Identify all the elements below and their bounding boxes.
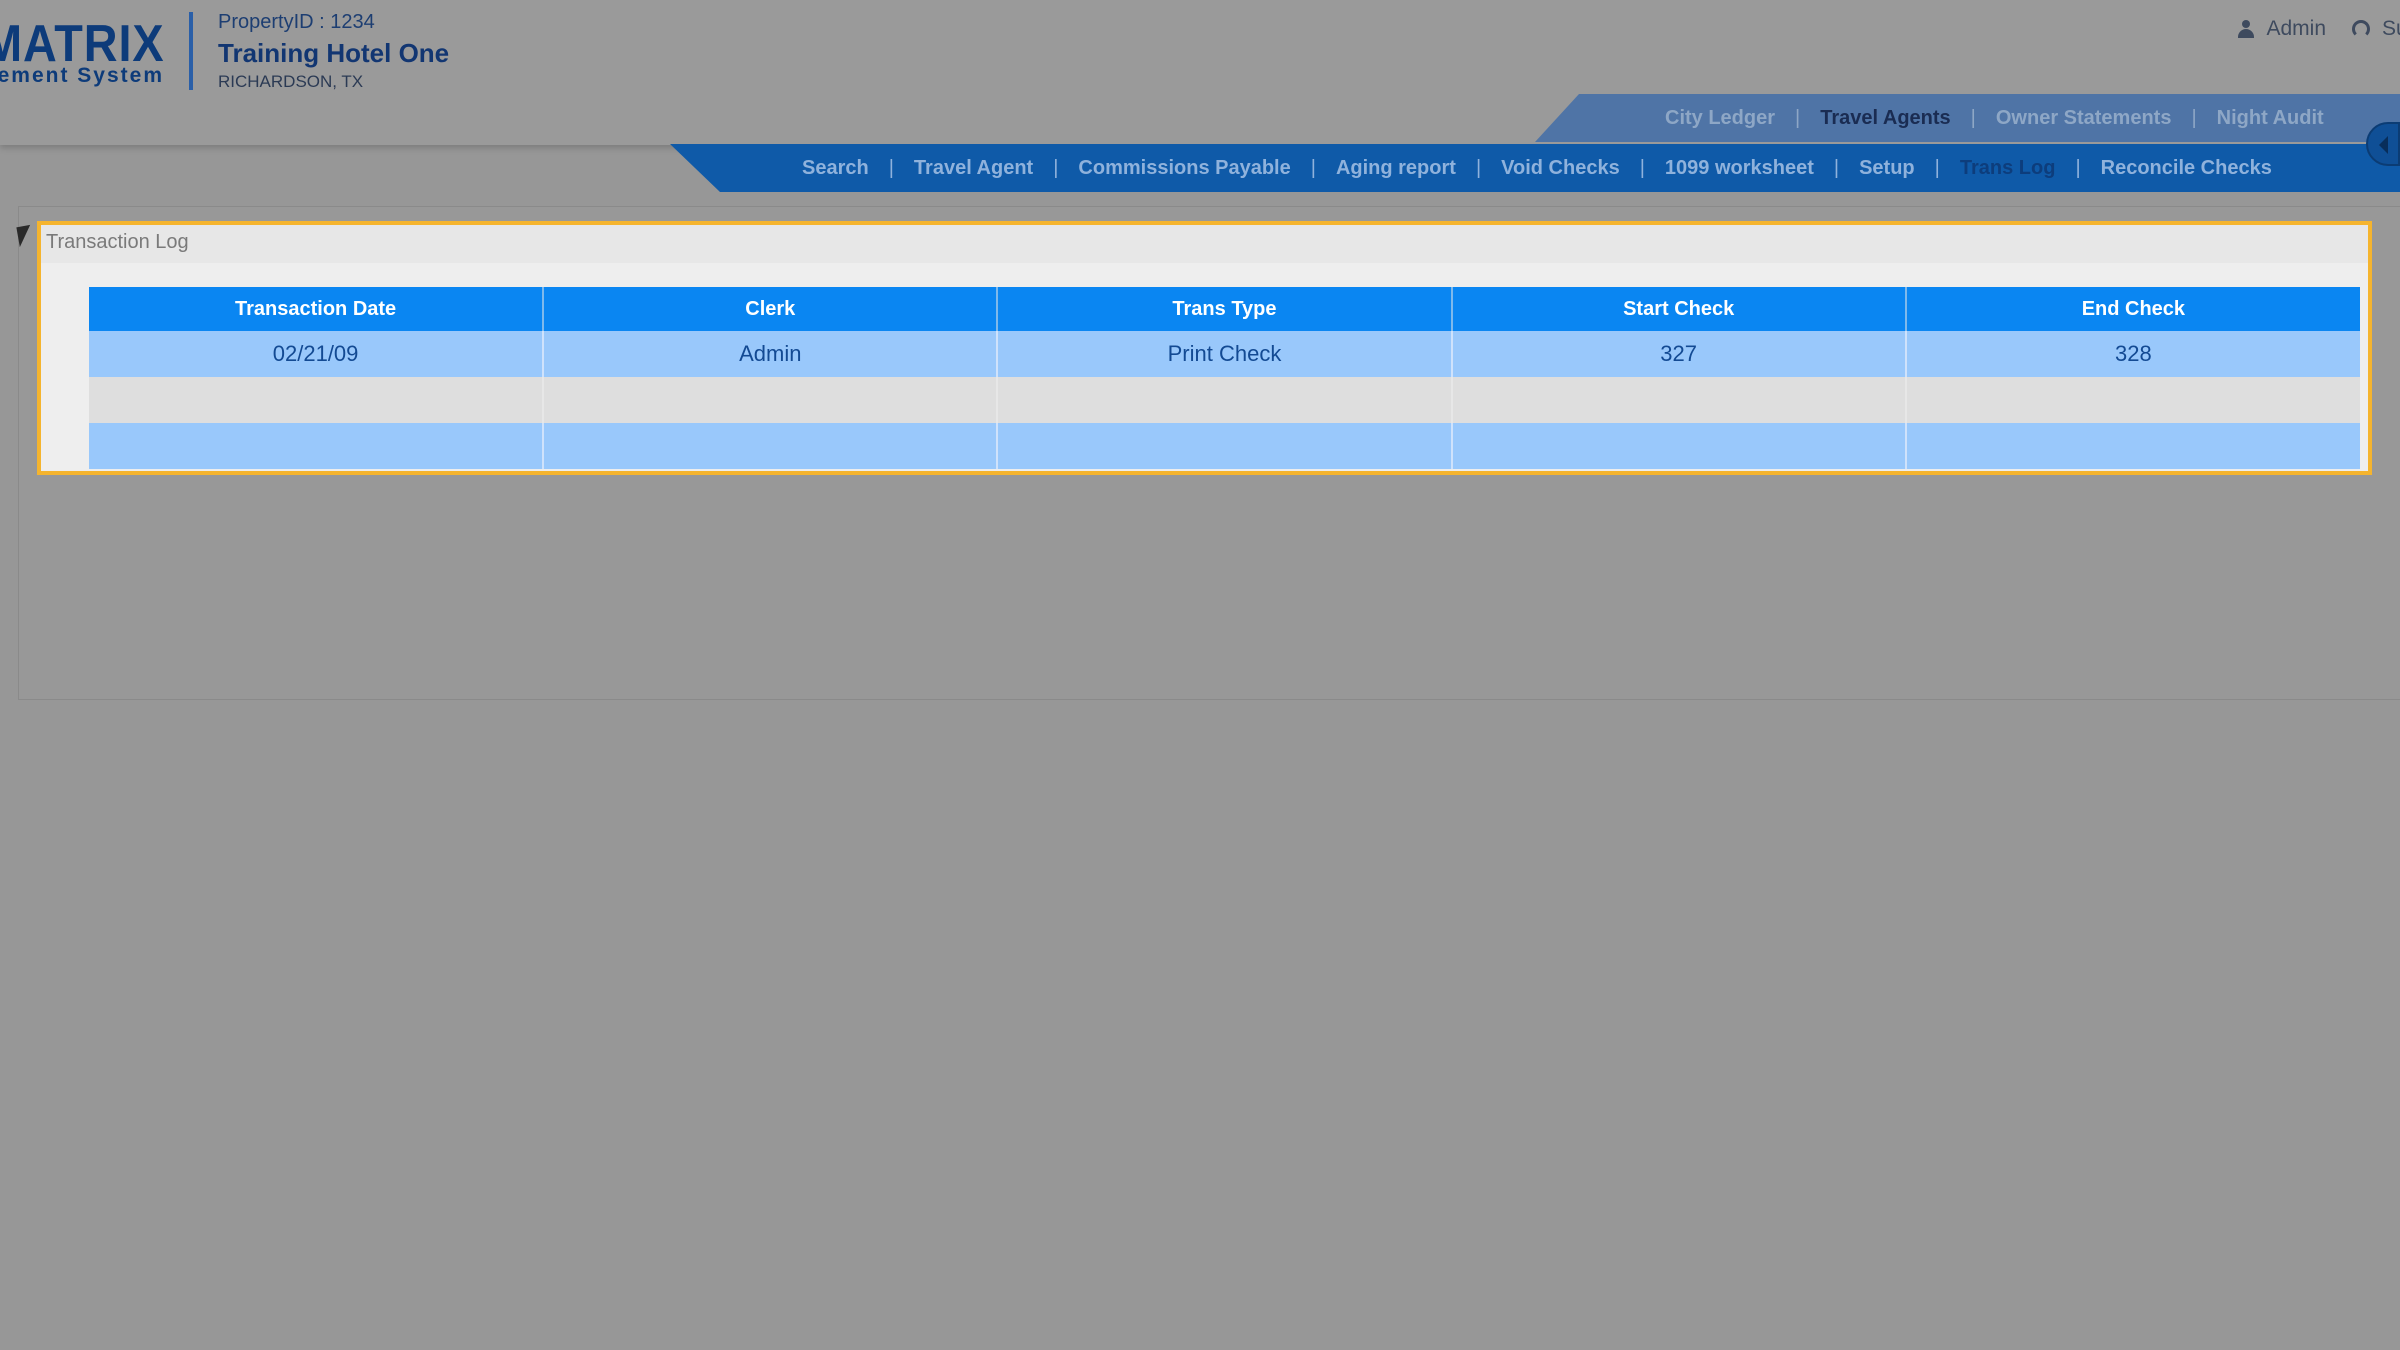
logo[interactable]: MATRIX gement System [0, 14, 170, 94]
app-header: MATRIX gement System PropertyID : 1234 T… [0, 0, 2400, 192]
column-header[interactable]: Start Check [1451, 287, 1907, 331]
panel-title: Transaction Log [46, 231, 189, 253]
user-area: Admin Su [2238, 14, 2400, 44]
logo-divider [189, 12, 193, 90]
logo-title: MATRIX [0, 15, 164, 73]
user-name[interactable]: Admin [2266, 17, 2326, 41]
user-icon [2238, 20, 2255, 38]
nav-separator: | [1475, 156, 1482, 179]
nav-separator: | [1934, 156, 1940, 179]
transaction-log-table: Transaction Date Clerk Trans Type Start … [89, 287, 2360, 469]
column-header[interactable]: End Check [1905, 287, 2360, 331]
top-tab-bar: City Ledger | Travel Agents | Owner Stat… [1535, 94, 2400, 142]
cell-start-check: 327 [1451, 331, 1907, 377]
nav-search[interactable]: Search [802, 157, 869, 180]
nav-separator: | [1310, 156, 1316, 179]
tab-travel-agents[interactable]: Travel Agents [1820, 107, 1950, 130]
property-id: PropertyID : 1234 [218, 11, 375, 33]
nav-commissions-payable[interactable]: Commissions Payable [1078, 157, 1290, 180]
nav-setup[interactable]: Setup [1859, 157, 1915, 180]
nav-reconcile-checks[interactable]: Reconcile Checks [2101, 157, 2272, 180]
nav-separator: | [1639, 156, 1645, 179]
cell-transaction-date [89, 423, 545, 469]
table-row[interactable] [89, 377, 2360, 423]
nav-separator: | [1053, 156, 1059, 179]
cell-clerk [543, 377, 999, 423]
nav-aging-report[interactable]: Aging report [1336, 157, 1456, 180]
hotel-city: RICHARDSON, TX [218, 72, 364, 91]
nav-separator: | [2075, 156, 2081, 179]
hotel-name: Training Hotel One [218, 38, 450, 68]
cell-trans-type: Print Check [997, 331, 1453, 377]
column-header[interactable]: Transaction Date [89, 287, 545, 331]
nav-void-checks[interactable]: Void Checks [1501, 157, 1620, 180]
cell-start-check [1451, 377, 1907, 423]
logo-subtitle: gement System [0, 64, 164, 87]
tab-separator: | [2191, 106, 2197, 129]
cell-transaction-date [89, 377, 545, 423]
transaction-log-panel: Transaction Log Transaction Date Clerk T… [37, 221, 2372, 475]
table-row[interactable] [89, 423, 2360, 469]
tab-separator: | [1970, 106, 1976, 129]
cell-end-check: 328 [1905, 331, 2360, 377]
cell-clerk [543, 423, 999, 469]
table-header-row: Transaction Date Clerk Trans Type Start … [89, 287, 2360, 331]
cell-transaction-date: 02/21/09 [89, 331, 545, 377]
panel-title-bar: Transaction Log [41, 225, 2368, 263]
nav-trans-log[interactable]: Trans Log [1960, 157, 2056, 180]
tab-city-ledger[interactable]: City Ledger [1665, 107, 1775, 130]
support-link[interactable]: Su [2382, 17, 2400, 41]
cell-end-check [1905, 377, 2360, 423]
column-header[interactable]: Trans Type [997, 287, 1453, 331]
cell-trans-type [997, 377, 1453, 423]
nav-separator: | [888, 156, 894, 179]
nav-separator: | [1833, 156, 1840, 179]
table-row[interactable]: 02/21/09 Admin Print Check 327 328 [89, 331, 2360, 377]
tab-owner-statements[interactable]: Owner Statements [1996, 107, 2172, 130]
headset-icon[interactable] [2352, 20, 2370, 38]
main-nav-bar: Search | Travel Agent | Commissions Paya… [670, 144, 2400, 192]
cell-start-check [1451, 423, 1907, 469]
cell-trans-type [997, 423, 1453, 469]
tab-night-audit[interactable]: Night Audit [2217, 107, 2324, 130]
tab-separator: | [1795, 106, 1801, 129]
column-header[interactable]: Clerk [543, 287, 999, 331]
nav-travel-agent[interactable]: Travel Agent [914, 157, 1033, 180]
cell-end-check [1905, 423, 2360, 469]
cell-clerk: Admin [543, 331, 999, 377]
nav-1099-worksheet[interactable]: 1099 worksheet [1665, 157, 1814, 180]
